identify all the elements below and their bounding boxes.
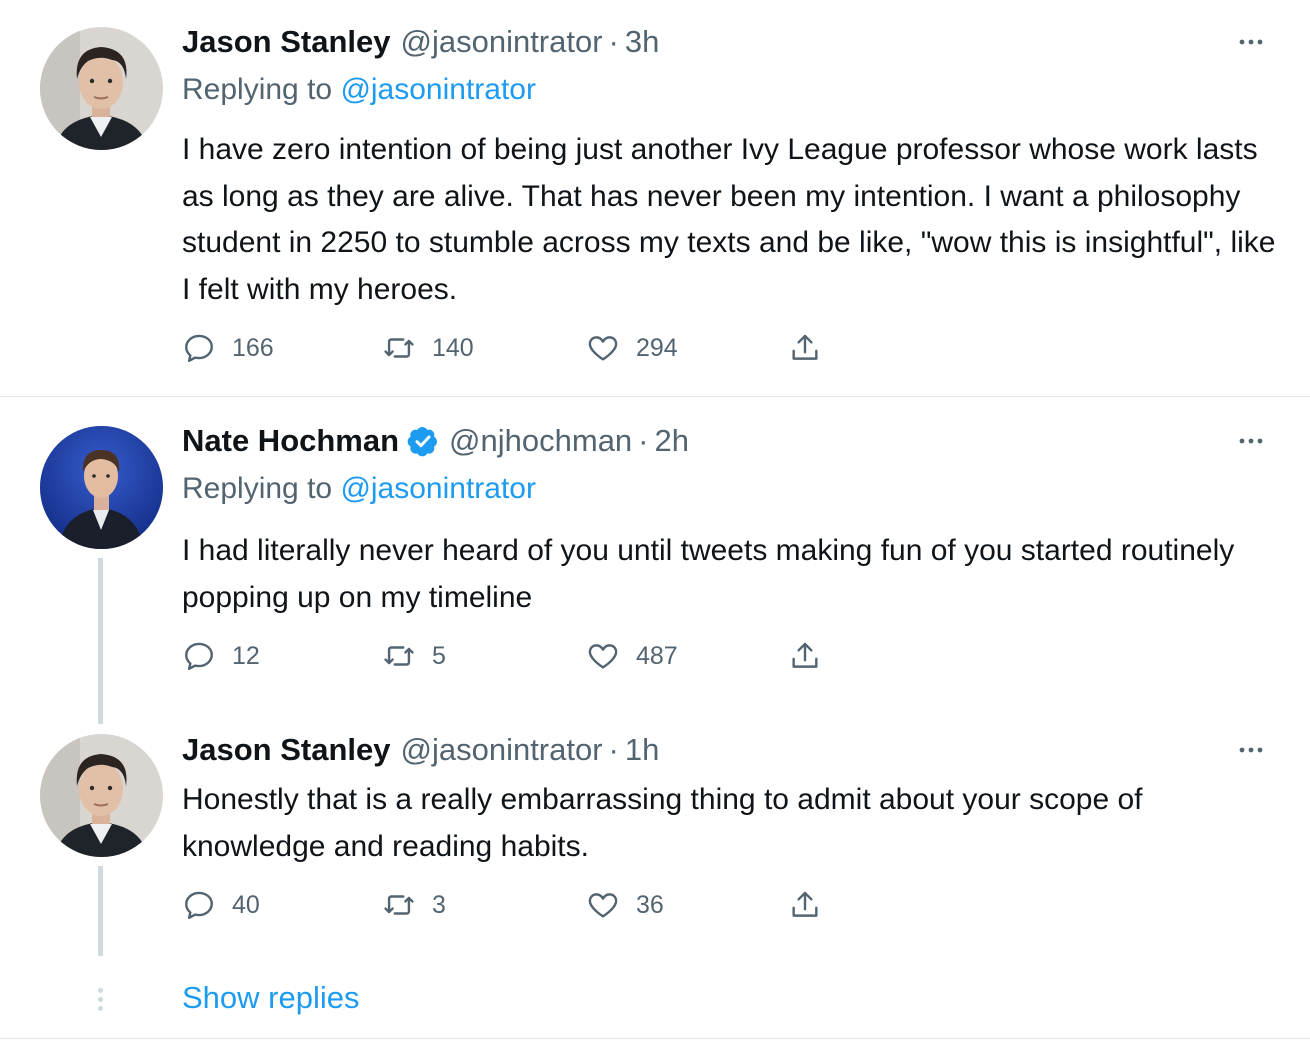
avatar-image: [40, 734, 163, 857]
replying-to-label: Replying to: [182, 73, 333, 106]
retweet-icon: [384, 338, 414, 358]
reply-count: 166: [232, 333, 274, 362]
reply-icon: [185, 334, 213, 362]
share-button[interactable]: [788, 328, 822, 368]
more-options-button[interactable]: [1236, 426, 1266, 456]
reply-icon: [185, 891, 213, 919]
tweet-text: I have zero intention of being just anot…: [182, 133, 1276, 306]
like-count: 487: [636, 641, 678, 670]
tweet[interactable]: Nate Hochman @njhochman · 2h Replying to…: [0, 397, 1310, 707]
tweet[interactable]: Jason Stanley @jasonintrator · 1h Honest…: [0, 708, 1310, 968]
like-button[interactable]: 36: [586, 885, 664, 925]
reply-icon: [185, 642, 213, 670]
thread-connector-line: [98, 866, 103, 956]
author-name[interactable]: Jason Stanley: [182, 732, 390, 768]
tweet-actions: 166 140 294: [182, 328, 842, 368]
author-handle[interactable]: @jasonintrator: [400, 24, 602, 60]
replying-to-label: Replying to: [182, 472, 333, 505]
tweet-actions: 40 3 36: [182, 885, 842, 925]
tweet-text: I had literally never heard of you until…: [182, 534, 1235, 614]
more-icon: [1239, 438, 1263, 444]
avatar[interactable]: [40, 27, 163, 150]
reply-count: 40: [232, 890, 260, 919]
tweet-text: Honestly that is a really embarrassing t…: [182, 783, 1143, 863]
share-icon: [792, 891, 818, 917]
heart-icon: [588, 893, 618, 918]
like-count: 294: [636, 333, 678, 362]
separator-dot: ·: [608, 24, 619, 59]
tweet-header: Nate Hochman @njhochman · 2h: [182, 421, 689, 461]
retweet-button[interactable]: 140: [382, 328, 474, 368]
avatar-image: [40, 27, 163, 150]
thread-continuation-dots: [98, 988, 103, 1015]
tweet[interactable]: Jason Stanley @jasonintrator · 3h Replyi…: [0, 0, 1310, 396]
retweet-button[interactable]: 5: [382, 636, 446, 676]
heart-icon: [588, 644, 618, 669]
heart-icon: [588, 336, 618, 361]
reply-button[interactable]: 12: [182, 636, 260, 676]
retweet-count: 3: [432, 890, 446, 919]
bottom-divider: [0, 1038, 1310, 1039]
reply-button[interactable]: 166: [182, 328, 274, 368]
retweet-count: 140: [432, 333, 474, 362]
reply-button[interactable]: 40: [182, 885, 260, 925]
separator-dot: ·: [638, 423, 649, 458]
tweet-header: Jason Stanley @jasonintrator · 1h: [182, 730, 659, 770]
author-handle[interactable]: @njhochman: [449, 423, 632, 459]
retweet-button[interactable]: 3: [382, 885, 446, 925]
timestamp[interactable]: 2h: [655, 423, 689, 459]
like-button[interactable]: 294: [586, 328, 678, 368]
replying-to-link[interactable]: @jasonintrator: [340, 472, 536, 505]
timestamp[interactable]: 1h: [625, 732, 659, 768]
author-handle[interactable]: @jasonintrator: [400, 732, 602, 768]
separator-dot: ·: [608, 732, 619, 767]
reply-count: 12: [232, 641, 260, 670]
retweet-count: 5: [432, 641, 446, 670]
share-icon: [792, 334, 818, 360]
share-button[interactable]: [788, 885, 822, 925]
avatar[interactable]: [40, 734, 163, 857]
like-button[interactable]: 487: [586, 636, 678, 676]
avatar-image: [40, 426, 163, 549]
replying-to-link[interactable]: @jasonintrator: [340, 73, 536, 106]
show-replies-link[interactable]: Show replies: [182, 980, 359, 1016]
more-options-button[interactable]: [1236, 735, 1266, 765]
tweet-header: Jason Stanley @jasonintrator · 3h: [182, 22, 659, 62]
like-count: 36: [636, 890, 664, 919]
retweet-icon: [384, 895, 414, 915]
replying-to: Replying to @jasonintrator: [182, 472, 536, 506]
avatar[interactable]: [40, 426, 163, 549]
verified-badge-icon: [407, 425, 439, 457]
more-icon: [1239, 747, 1263, 753]
author-name[interactable]: Jason Stanley: [182, 24, 390, 60]
author-name[interactable]: Nate Hochman: [182, 423, 399, 459]
retweet-icon: [384, 646, 414, 666]
timestamp[interactable]: 3h: [625, 24, 659, 60]
more-icon: [1239, 39, 1263, 45]
thread-connector-line: [98, 558, 103, 724]
share-button[interactable]: [788, 636, 822, 676]
more-options-button[interactable]: [1236, 27, 1266, 57]
tweet-actions: 12 5 487: [182, 636, 842, 676]
replying-to: Replying to @jasonintrator: [182, 73, 536, 107]
share-icon: [792, 642, 818, 668]
